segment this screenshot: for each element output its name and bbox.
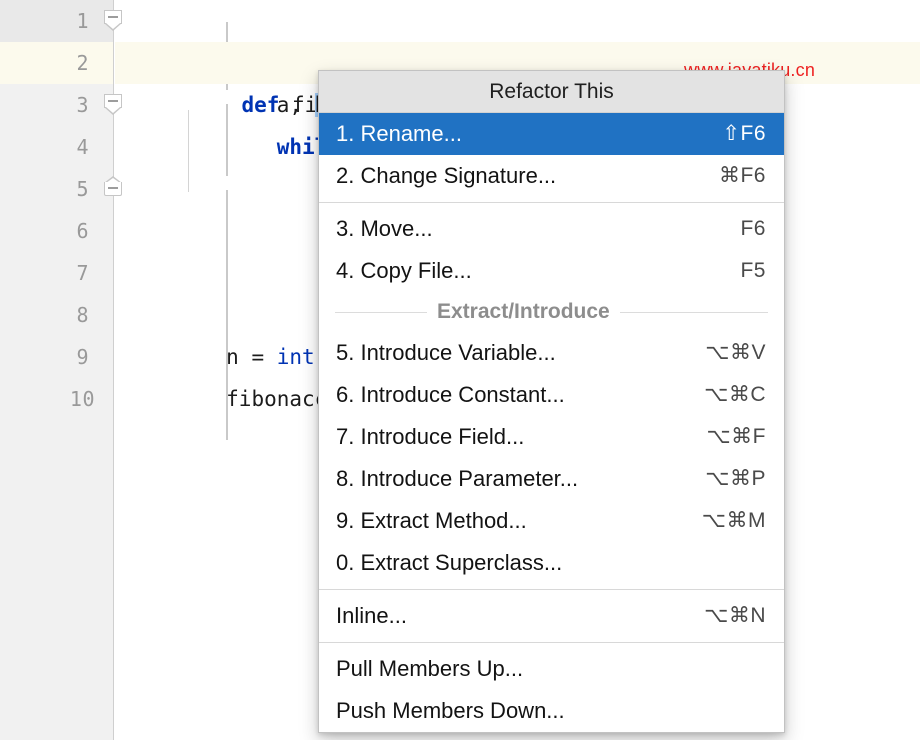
menu-item-rename[interactable]: 1. Rename... ⇧F6 [319, 113, 784, 155]
popup-title: Refactor This [319, 71, 784, 113]
menu-group-primary: 1. Rename... ⇧F6 2. Change Signature... … [319, 113, 784, 197]
menu-divider [319, 589, 784, 590]
menu-item-shortcut: F6 [740, 208, 766, 250]
indent-guide [188, 110, 189, 192]
menu-item-shortcut: ⌘F6 [719, 155, 766, 197]
menu-item-label: 9. Extract Method... [336, 500, 527, 542]
gutter-row [0, 0, 113, 42]
menu-item-extract-method[interactable]: 9. Extract Method... ⌥⌘M [319, 500, 784, 542]
menu-item-shortcut: F5 [740, 250, 766, 292]
section-rule-left [335, 312, 427, 313]
menu-item-shortcut: ⌥⌘P [705, 458, 766, 500]
code-line-10-text [115, 387, 125, 411]
menu-group-members: Pull Members Up... Push Members Down... [319, 648, 784, 732]
menu-group-inline: Inline... ⌥⌘N [319, 595, 784, 637]
menu-item-label: 3. Move... [336, 208, 433, 250]
menu-item-move[interactable]: 3. Move... F6 [319, 208, 784, 250]
menu-group-move: 3. Move... F6 4. Copy File... F5 [319, 208, 784, 292]
menu-item-label: Inline... [336, 595, 407, 637]
code-line-6-text [115, 219, 125, 243]
menu-item-label: Push Members Down... [336, 690, 565, 732]
menu-item-change-signature[interactable]: 2. Change Signature... ⌘F6 [319, 155, 784, 197]
line-number-2: 2 [76, 42, 89, 84]
menu-item-label: 4. Copy File... [336, 250, 472, 292]
menu-section-extract-introduce: Extract/Introduce [319, 292, 784, 332]
line-number-10: 10 [70, 378, 95, 420]
menu-item-label: 8. Introduce Parameter... [336, 458, 578, 500]
menu-item-shortcut: ⌥⌘F [706, 416, 766, 458]
menu-item-shortcut: ⌥⌘V [705, 332, 766, 374]
menu-item-label: 5. Introduce Variable... [336, 332, 556, 374]
menu-item-introduce-parameter[interactable]: 8. Introduce Parameter... ⌥⌘P [319, 458, 784, 500]
menu-item-shortcut: ⌥⌘N [704, 595, 766, 637]
menu-item-copy-file[interactable]: 4. Copy File... F5 [319, 250, 784, 292]
menu-item-pull-members-up[interactable]: Pull Members Up... [319, 648, 784, 690]
menu-item-shortcut: ⌥⌘C [704, 374, 766, 416]
menu-item-shortcut: ⇧F6 [722, 113, 766, 155]
menu-item-label: 2. Change Signature... [336, 155, 556, 197]
menu-item-shortcut: ⌥⌘M [702, 500, 766, 542]
line-number-4: 4 [76, 126, 89, 168]
menu-item-label: Pull Members Up... [336, 648, 523, 690]
menu-item-label: 0. Extract Superclass... [336, 542, 562, 584]
menu-item-push-members-down[interactable]: Push Members Down... [319, 690, 784, 732]
line-number-9: 9 [76, 336, 89, 378]
line-number-6: 6 [76, 210, 89, 252]
menu-item-label: 1. Rename... [336, 113, 462, 155]
code-line-7-text [115, 261, 125, 285]
menu-item-label: 7. Introduce Field... [336, 416, 524, 458]
gutter-row-current [0, 42, 113, 84]
screen-root: 1 2 3 4 5 6 7 8 9 10 [0, 0, 920, 740]
refactor-this-popup[interactable]: Refactor This 1. Rename... ⇧F6 2. Change… [318, 70, 785, 733]
line-number-7: 7 [76, 252, 89, 294]
menu-item-introduce-constant[interactable]: 6. Introduce Constant... ⌥⌘C [319, 374, 784, 416]
line-number-3: 3 [76, 84, 89, 126]
section-label: Extract/Introduce [437, 300, 610, 324]
line-number-gutter[interactable]: 1 2 3 4 5 6 7 8 9 10 [0, 0, 114, 740]
code-line-1[interactable]: def fibonacci(): [115, 0, 920, 42]
menu-item-extract-superclass[interactable]: 0. Extract Superclass... [319, 542, 784, 584]
menu-item-inline[interactable]: Inline... ⌥⌘N [319, 595, 784, 637]
menu-item-label: 6. Introduce Constant... [336, 374, 565, 416]
menu-item-introduce-field[interactable]: 7. Introduce Field... ⌥⌘F [319, 416, 784, 458]
line-number-1: 1 [76, 0, 89, 42]
menu-divider [319, 202, 784, 203]
menu-group-extract: 5. Introduce Variable... ⌥⌘V 6. Introduc… [319, 332, 784, 584]
line-number-5: 5 [76, 168, 89, 210]
menu-item-introduce-variable[interactable]: 5. Introduce Variable... ⌥⌘V [319, 332, 784, 374]
section-rule-right [620, 312, 768, 313]
line-number-8: 8 [76, 294, 89, 336]
menu-divider [319, 642, 784, 643]
